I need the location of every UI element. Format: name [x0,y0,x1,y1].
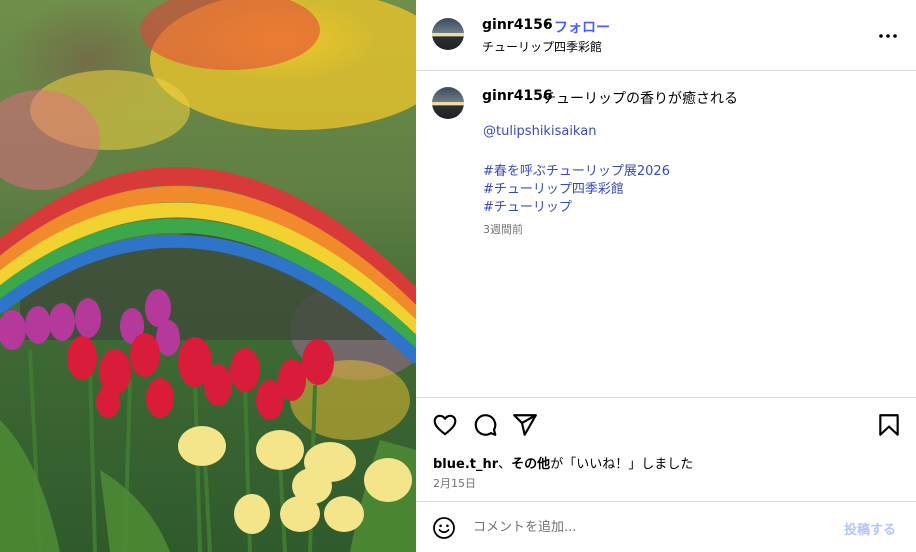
comment-bar: 投稿する [416,501,916,552]
likes-separator: 、 [498,457,512,472]
post-comment-button[interactable]: 投稿する [844,519,896,538]
caption-avatar[interactable] [432,87,464,119]
others-link[interactable]: その他 [511,457,550,472]
liker-username[interactable]: blue.t_hr [433,457,498,472]
post-header: ginr4156 • フォロー チューリップ四季彩館 [416,0,916,71]
more-options-icon[interactable] [876,24,900,48]
post-detail-pane: ginr4156 • フォロー チューリップ四季彩館 ginr4156 チューリ… [416,0,916,552]
post-actions: blue.t_hr、その他が「いいね！」しました 2月15日 [416,397,916,501]
author-avatar[interactable] [432,18,464,50]
tulip-photo-illustration [0,0,416,552]
comment-icon[interactable] [472,412,498,438]
follow-button[interactable]: フォロー [554,17,610,37]
hashtag-link[interactable]: #チューリップ [483,196,572,215]
likes-summary: blue.t_hr、その他が「いいね！」しました [433,453,693,472]
separator-dot: • [542,17,551,33]
hashtag-link[interactable]: #チューリップ四季彩館 [483,178,624,197]
caption-text: チューリップの香りが癒される [542,91,738,107]
caption-timestamp[interactable]: 3週間前 [483,221,523,237]
post-image[interactable] [0,0,416,552]
heart-icon[interactable] [432,412,458,438]
share-icon[interactable] [512,412,538,438]
post-location[interactable]: チューリップ四季彩館 [482,38,602,55]
comment-input[interactable] [473,515,773,539]
post-date[interactable]: 2月15日 [433,475,476,491]
bookmark-icon[interactable] [876,412,902,438]
mention-link[interactable]: @tulipshikisaikan [483,124,596,139]
emoji-icon[interactable] [432,516,456,540]
likes-suffix: が「いいね！」しました [550,457,694,472]
hashtag-link[interactable]: #春を呼ぶチューリップ展2026 [483,160,670,179]
